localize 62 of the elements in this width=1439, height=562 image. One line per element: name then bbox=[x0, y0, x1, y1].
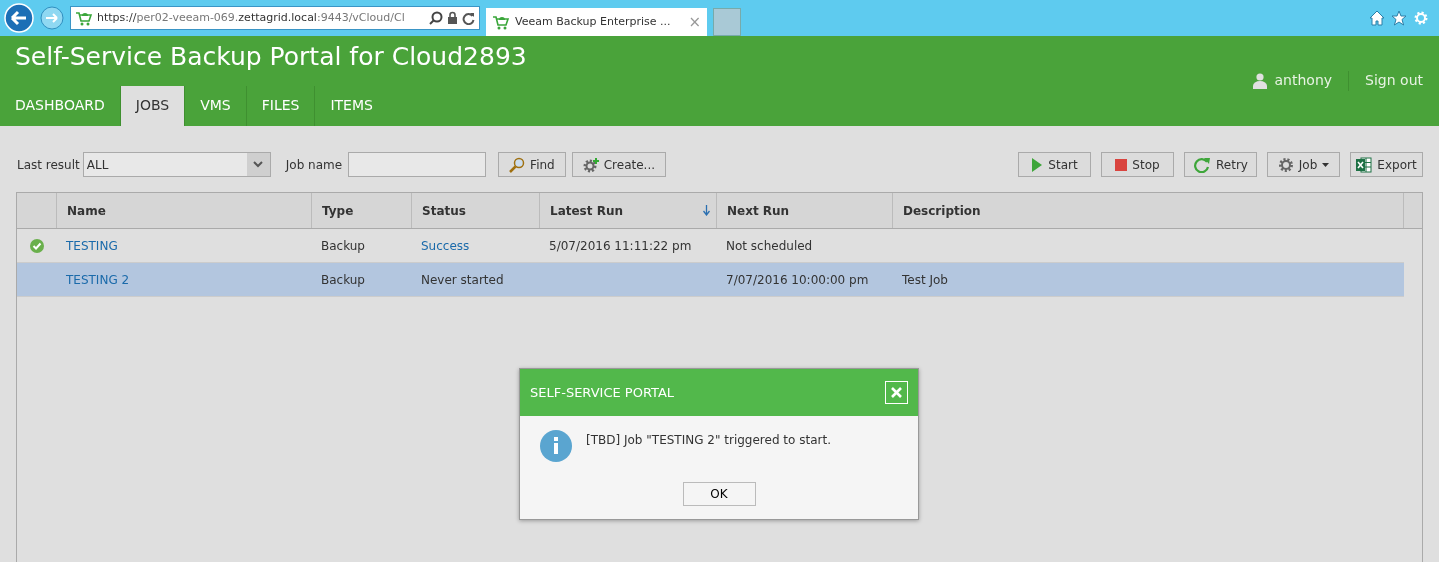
portal-title: Self-Service Backup Portal for Cloud2893 bbox=[14, 41, 528, 72]
lock-icon bbox=[447, 11, 458, 25]
cart-icon bbox=[492, 13, 510, 31]
gear-plus-icon bbox=[582, 156, 599, 173]
column-header[interactable]: Name bbox=[56, 193, 311, 228]
user-icon bbox=[1252, 72, 1267, 89]
settings-icon bbox=[1413, 10, 1429, 26]
table-cell-text: Backup bbox=[321, 237, 365, 255]
dialog-title: SELF-SERVICE PORTAL bbox=[530, 383, 675, 402]
export-button[interactable]: Export bbox=[1350, 152, 1423, 177]
forward-button[interactable] bbox=[40, 6, 64, 30]
start-button[interactable]: Start bbox=[1018, 152, 1091, 177]
table-cell-text: Backup bbox=[321, 271, 365, 289]
table-cell-text: 7/07/2016 10:00:00 pm bbox=[726, 271, 869, 289]
find-button[interactable]: Find bbox=[498, 152, 566, 177]
job-name-link[interactable]: TESTING bbox=[66, 236, 118, 255]
back-button[interactable] bbox=[4, 3, 34, 33]
column-header[interactable]: Latest Run bbox=[539, 193, 716, 228]
stop-button[interactable]: Stop bbox=[1101, 152, 1174, 177]
column-header[interactable]: Type bbox=[311, 193, 411, 228]
info-icon bbox=[540, 430, 572, 462]
caret-down-icon bbox=[1322, 162, 1330, 167]
chevron-down-icon bbox=[253, 161, 264, 168]
column-header[interactable]: Next Run bbox=[716, 193, 892, 228]
column-header[interactable]: Description bbox=[892, 193, 1403, 228]
table-cell-text: Not scheduled bbox=[726, 237, 813, 255]
user-name: anthony bbox=[1274, 71, 1333, 90]
close-icon bbox=[891, 387, 902, 398]
table-cell-text: 5/07/2016 11:11:22 pm bbox=[549, 237, 692, 255]
job-name-field[interactable] bbox=[348, 152, 487, 177]
home-icon bbox=[1369, 10, 1385, 26]
table-row[interactable]: TESTING 2 Backup Never started 7/07/2016 10:00:00 pm Test Job bbox=[17, 263, 1404, 297]
redo-icon bbox=[1193, 156, 1212, 173]
create-button[interactable]: Create... bbox=[571, 152, 667, 177]
star-icon bbox=[1391, 10, 1407, 26]
refresh-icon bbox=[462, 11, 475, 25]
column-header[interactable]: Status bbox=[411, 193, 539, 228]
browser-tab[interactable]: Veeam Backup Enterprise ... × bbox=[486, 8, 708, 36]
check-circle-icon bbox=[29, 238, 44, 253]
field-label: Last result bbox=[17, 156, 80, 174]
gear-icon bbox=[1277, 156, 1294, 173]
ok-button[interactable]: OK bbox=[682, 482, 756, 506]
search-icon bbox=[429, 11, 443, 25]
tab-title: Veeam Backup Enterprise ... bbox=[515, 13, 671, 30]
magnifier-icon bbox=[509, 156, 526, 173]
close-button[interactable] bbox=[885, 381, 908, 404]
table-cell-text: Never started bbox=[421, 271, 504, 289]
field-label: Job name bbox=[284, 156, 343, 174]
cart-icon bbox=[75, 9, 93, 27]
play-icon bbox=[1031, 156, 1044, 173]
job-button[interactable]: Job bbox=[1267, 152, 1340, 177]
nav-tab[interactable]: JOBS bbox=[119, 86, 185, 126]
table-cell-text: Test Job bbox=[902, 271, 948, 289]
dialog-message: [TBD] Job "TESTING 2" triggered to start. bbox=[586, 432, 831, 449]
stop-icon bbox=[1115, 158, 1128, 171]
url-text: https://per02-veeam-069.zettagrid.local:9443/vCloud/Cl bbox=[97, 9, 405, 26]
spreadsheet-icon bbox=[1356, 156, 1373, 173]
result-dropdown[interactable]: ALL bbox=[82, 152, 271, 177]
status-link[interactable]: Success bbox=[421, 236, 470, 255]
retry-button[interactable]: Retry bbox=[1184, 152, 1257, 177]
address-bar[interactable]: https://per02-veeam-069.zettagrid.local:9443/vCloud/Cl bbox=[70, 6, 480, 30]
new-tab-button[interactable] bbox=[713, 8, 742, 36]
